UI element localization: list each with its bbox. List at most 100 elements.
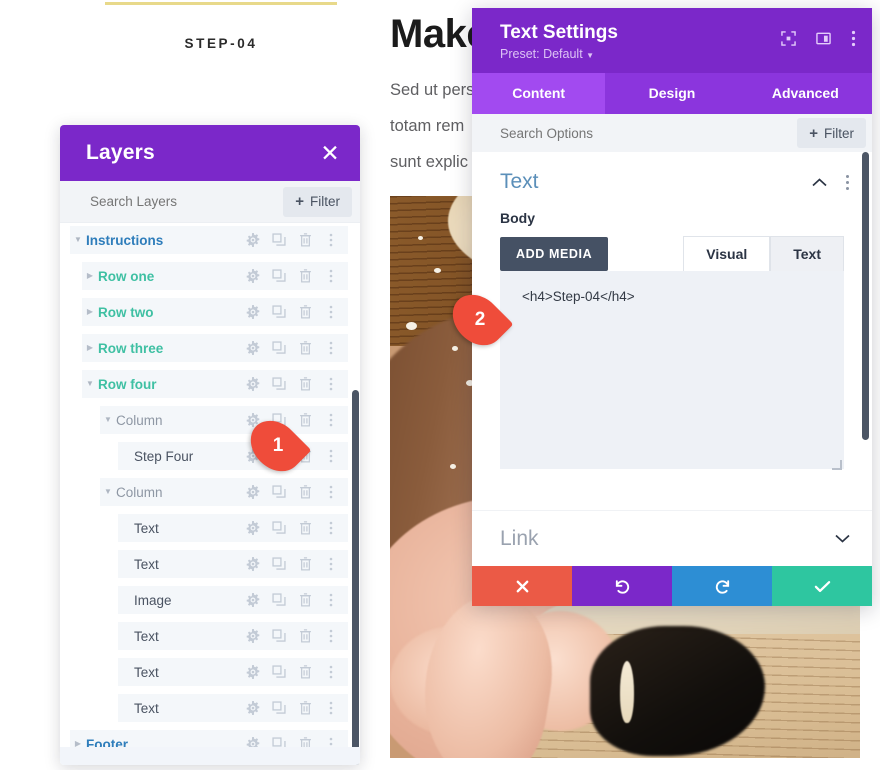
layer-row-actions — [240, 517, 348, 539]
resize-handle[interactable] — [832, 460, 842, 470]
search-layers-input[interactable] — [90, 194, 284, 209]
duplicate-icon[interactable] — [266, 337, 292, 359]
layer-row-image[interactable]: Image — [118, 586, 348, 614]
undo-button[interactable] — [572, 566, 672, 606]
duplicate-icon[interactable] — [266, 589, 292, 611]
trash-icon[interactable] — [292, 625, 318, 647]
tab-advanced[interactable]: Advanced — [739, 73, 872, 114]
more-vertical-icon[interactable] — [318, 481, 344, 503]
gear-icon[interactable] — [240, 661, 266, 683]
layer-row-text[interactable]: Text — [118, 694, 348, 722]
gear-icon[interactable] — [240, 373, 266, 395]
more-vertical-icon[interactable] — [318, 661, 344, 683]
trash-icon[interactable] — [292, 301, 318, 323]
layer-row-column[interactable]: ▼ Column — [100, 478, 348, 506]
gear-icon[interactable] — [240, 265, 266, 287]
layer-row-instructions[interactable]: ▼ Instructions — [70, 226, 348, 254]
duplicate-icon[interactable] — [266, 697, 292, 719]
chevron-right-icon[interactable]: ▶ — [82, 308, 98, 316]
chevron-up-icon[interactable] — [812, 177, 827, 187]
chevron-down-icon[interactable]: ▼ — [82, 380, 98, 388]
trash-icon[interactable] — [292, 229, 318, 251]
duplicate-icon[interactable] — [266, 301, 292, 323]
duplicate-icon[interactable] — [266, 517, 292, 539]
trash-icon[interactable] — [292, 337, 318, 359]
layers-scrollbar[interactable] — [352, 390, 359, 765]
gear-icon[interactable] — [240, 589, 266, 611]
chevron-down-icon[interactable]: ▼ — [70, 236, 86, 244]
trash-icon[interactable] — [292, 589, 318, 611]
trash-icon[interactable] — [292, 373, 318, 395]
duplicate-icon[interactable] — [266, 553, 292, 575]
trash-icon[interactable] — [292, 517, 318, 539]
layer-row-row-three[interactable]: ▶ Row three — [82, 334, 348, 362]
duplicate-icon[interactable] — [266, 373, 292, 395]
layer-row-row-four[interactable]: ▼ Row four — [82, 370, 348, 398]
gear-icon[interactable] — [240, 301, 266, 323]
duplicate-icon[interactable] — [266, 661, 292, 683]
more-vertical-icon[interactable] — [318, 409, 344, 431]
more-vertical-icon[interactable] — [318, 625, 344, 647]
more-vertical-icon[interactable] — [318, 697, 344, 719]
save-button[interactable] — [772, 566, 872, 606]
search-options-input[interactable] — [500, 125, 798, 141]
more-vertical-icon[interactable] — [318, 265, 344, 287]
more-vertical-icon[interactable] — [318, 229, 344, 251]
gear-icon[interactable] — [240, 337, 266, 359]
layer-row-row-two[interactable]: ▶ Row two — [82, 298, 348, 326]
trash-icon[interactable] — [292, 553, 318, 575]
settings-scrollbar[interactable] — [862, 152, 869, 440]
preset-selector[interactable]: Preset: Default ▼ — [500, 47, 854, 61]
chevron-down-icon[interactable]: ▼ — [100, 488, 116, 496]
tab-design[interactable]: Design — [605, 73, 738, 114]
chevron-down-icon[interactable] — [835, 534, 850, 543]
duplicate-icon[interactable] — [266, 625, 292, 647]
trash-icon[interactable] — [292, 661, 318, 683]
chevron-right-icon[interactable]: ▶ — [82, 272, 98, 280]
layer-row-column[interactable]: ▼ Column — [100, 406, 348, 434]
layer-row-step-four[interactable]: Step Four — [118, 442, 348, 470]
options-filter-button[interactable]: + Filter — [797, 118, 866, 148]
layer-row-text[interactable]: Text — [118, 514, 348, 542]
trash-icon[interactable] — [292, 697, 318, 719]
more-vertical-icon[interactable] — [318, 337, 344, 359]
layers-list[interactable]: ▼ Instructions ▶ Row one ▶ Row two ▶ Row three ▼… — [60, 223, 360, 765]
trash-icon[interactable] — [292, 481, 318, 503]
more-vertical-icon[interactable] — [845, 174, 850, 191]
tab-visual[interactable]: Visual — [683, 236, 771, 271]
tab-text[interactable]: Text — [770, 236, 844, 271]
layer-row-text[interactable]: Text — [118, 658, 348, 686]
more-vertical-icon[interactable] — [318, 301, 344, 323]
more-vertical-icon[interactable] — [318, 517, 344, 539]
chevron-right-icon[interactable]: ▶ — [82, 344, 98, 352]
cancel-button[interactable] — [472, 566, 572, 606]
add-media-button[interactable]: ADD MEDIA — [500, 237, 609, 271]
redo-button[interactable] — [672, 566, 772, 606]
gear-icon[interactable] — [240, 517, 266, 539]
chevron-down-icon[interactable]: ▼ — [100, 416, 116, 424]
duplicate-icon[interactable] — [266, 229, 292, 251]
tab-content[interactable]: Content — [472, 73, 606, 114]
split-view-icon[interactable] — [816, 31, 831, 46]
layers-filter-button[interactable]: + Filter — [283, 186, 352, 217]
more-vertical-icon[interactable] — [318, 445, 344, 467]
more-vertical-icon[interactable] — [318, 373, 344, 395]
more-vertical-icon[interactable] — [851, 30, 856, 47]
gear-icon[interactable] — [240, 697, 266, 719]
gear-icon[interactable] — [240, 553, 266, 575]
gear-icon[interactable] — [240, 625, 266, 647]
body-code-editor[interactable] — [500, 271, 844, 469]
more-vertical-icon[interactable] — [318, 589, 344, 611]
link-section-header[interactable]: Link — [472, 510, 872, 566]
gear-icon[interactable] — [240, 229, 266, 251]
duplicate-icon[interactable] — [266, 481, 292, 503]
duplicate-icon[interactable] — [266, 265, 292, 287]
close-icon[interactable]: ✕ — [319, 141, 341, 165]
layer-row-text[interactable]: Text — [118, 622, 348, 650]
fullscreen-icon[interactable] — [781, 31, 796, 46]
trash-icon[interactable] — [292, 265, 318, 287]
layer-row-text[interactable]: Text — [118, 550, 348, 578]
more-vertical-icon[interactable] — [318, 553, 344, 575]
gear-icon[interactable] — [240, 481, 266, 503]
layer-row-row-one[interactable]: ▶ Row one — [82, 262, 348, 290]
